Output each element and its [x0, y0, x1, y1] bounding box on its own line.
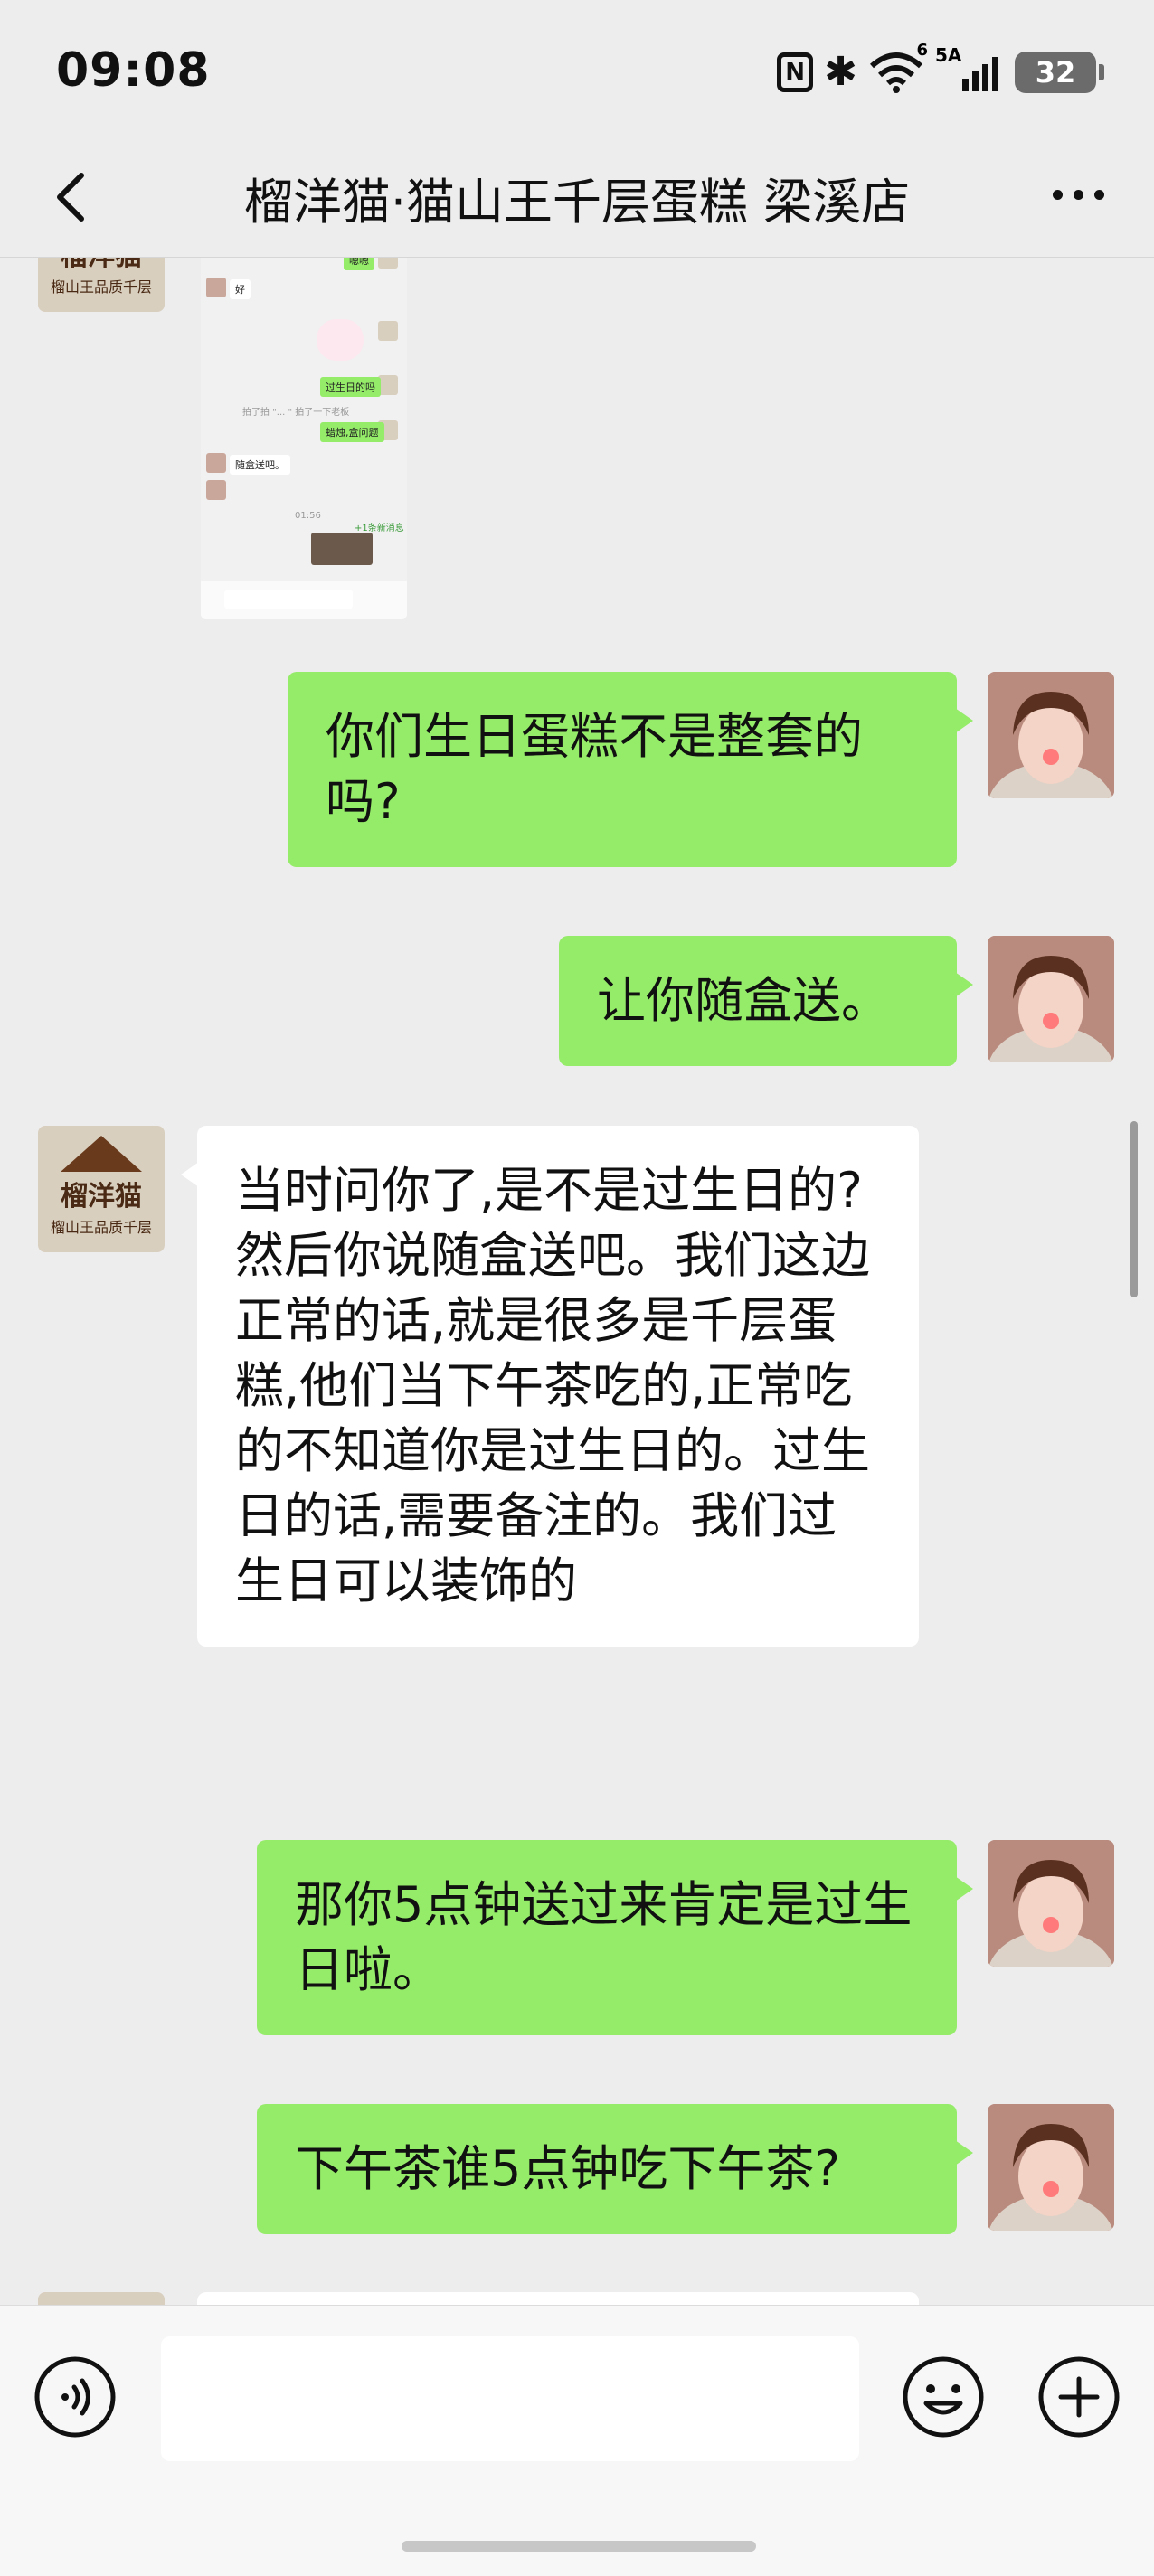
more-functions-button[interactable]	[1036, 2354, 1121, 2439]
message-bubble-me[interactable]: 让你随盒送。	[559, 936, 973, 1066]
message-bubble-them[interactable]: 当时问你了,是不是过生日的?然后你说随盒送吧。我们这边正常的话,就是很多是千层蛋…	[181, 1126, 919, 1647]
cellular-signal-icon: 5A	[935, 44, 1004, 95]
message-text: 下午茶谁5点钟吃下午茶?	[295, 2140, 841, 2197]
mini-bubble: 嗯嗯	[344, 258, 374, 270]
message-text: 你们生日蛋糕不是整套的吗?	[326, 708, 863, 830]
my-avatar[interactable]	[988, 672, 1114, 798]
message-bubble-me[interactable]: 那你5点钟送过来肯定是过生日啦。	[257, 1840, 973, 2035]
shop-avatar[interactable]: 榴洋猫 榴山王品质千层	[38, 258, 165, 312]
mini-system-note: 拍了拍 "... " 拍了一下老板	[242, 408, 350, 418]
more-button[interactable]	[1042, 172, 1114, 217]
more-horizontal-icon	[1052, 189, 1063, 200]
message-text: 那你5点钟送过来肯定是过生日啦。	[295, 1876, 913, 1998]
screenshot-image-message[interactable]: 嗯嗯 好 过生日的吗 拍了拍 "... " 拍了一下老板 蜡烛,盒问题 随盒送吧…	[201, 258, 407, 619]
mini-bubble: 过生日的吗	[320, 377, 381, 397]
battery-level: 32	[1035, 55, 1076, 90]
emoji-icon	[903, 2356, 984, 2438]
mini-new-message: +1条新消息	[355, 524, 404, 533]
my-avatar[interactable]	[988, 1840, 1114, 1967]
voice-button[interactable]	[33, 2354, 118, 2439]
emoji-button[interactable]	[901, 2354, 986, 2439]
message-bubble-me[interactable]: 下午茶谁5点钟吃下午茶?	[257, 2104, 973, 2234]
message-bubble-me[interactable]: 你们生日蛋糕不是整套的吗?	[288, 672, 973, 867]
bluetooth-icon: ✱	[824, 49, 857, 95]
message-text: 让你随盒送。	[597, 972, 890, 1029]
mini-bubble: 好	[230, 279, 251, 299]
mini-video-thumb	[311, 533, 373, 565]
chat-scrollbar[interactable]	[1130, 1121, 1138, 1297]
status-icons: N ✱ 6 5A 32	[777, 41, 1104, 98]
shop-avatar[interactable]: 榴洋猫 榴山王品质千层	[38, 1126, 165, 1252]
home-indicator[interactable]	[402, 2541, 756, 2552]
nfc-icon: N	[777, 52, 814, 92]
user-photo-icon	[988, 936, 1114, 1062]
chat-message-list[interactable]: 榴洋猫 榴山王品质千层 嗯嗯 好 过生日的吗 拍了拍 "... " 拍了一下老板…	[0, 258, 1154, 2305]
shop-avatar[interactable]	[38, 2292, 165, 2305]
my-avatar[interactable]	[988, 2104, 1114, 2231]
message-bubble-them[interactable]	[197, 2292, 919, 2305]
battery-icon: 32	[1015, 52, 1104, 93]
mini-input-bar	[201, 581, 407, 619]
my-avatar[interactable]	[988, 936, 1114, 1062]
voice-icon	[34, 2356, 116, 2438]
sticker-image	[317, 319, 364, 361]
chat-header: 榴洋猫·猫山王千层蛋糕 梁溪店	[0, 136, 1154, 258]
plus-icon	[1038, 2356, 1120, 2438]
user-photo-icon	[988, 2104, 1114, 2231]
message-input[interactable]	[161, 2336, 859, 2461]
input-bar	[0, 2305, 1154, 2576]
user-photo-icon	[988, 672, 1114, 798]
wifi-icon: 6	[868, 41, 928, 95]
status-time: 09:08	[56, 43, 211, 98]
chat-title: 榴洋猫·猫山王千层蛋糕 梁溪店	[243, 173, 911, 231]
mini-time: 01:56	[295, 511, 321, 521]
message-text: 当时问你了,是不是过生日的?然后你说随盒送吧。我们这边正常的话,就是很多是千层蛋…	[235, 1162, 870, 1609]
signal-label: 5A	[935, 44, 962, 66]
mini-bubble: 随盒送吧。	[230, 455, 290, 475]
back-button[interactable]	[40, 161, 105, 233]
status-bar: 09:08 N ✱ 6 5A 32	[0, 0, 1154, 136]
chevron-left-icon	[57, 173, 84, 222]
user-photo-icon	[988, 1840, 1114, 1967]
network-type: 6	[916, 41, 928, 60]
mini-bubble: 蜡烛,盒问题	[320, 422, 384, 442]
